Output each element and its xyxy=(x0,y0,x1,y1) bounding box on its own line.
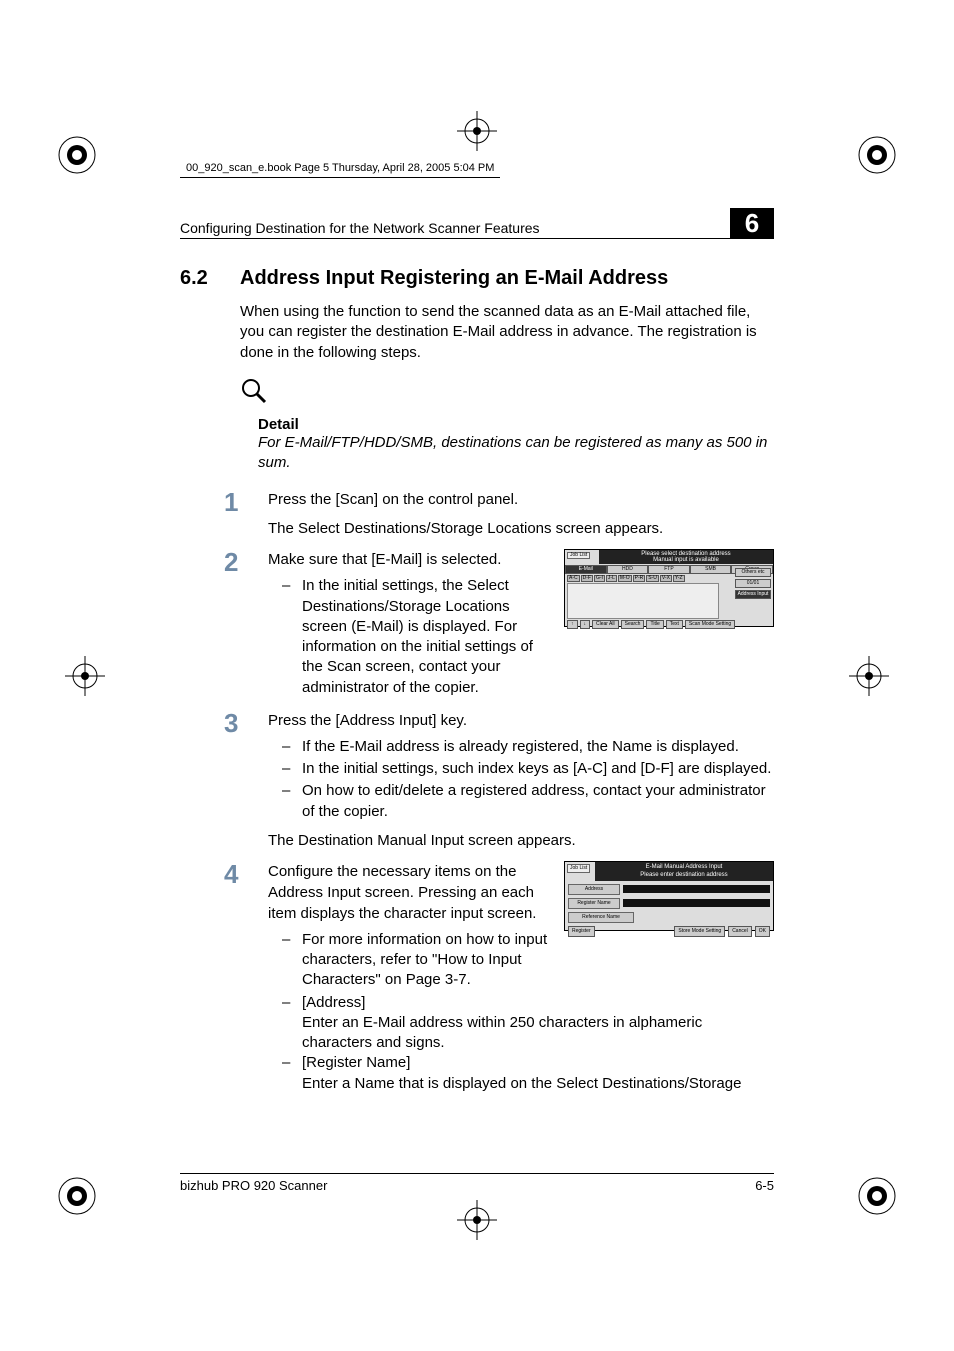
register-button: Register xyxy=(568,926,595,937)
footer-left: bizhub PRO 920 Scanner xyxy=(180,1178,327,1193)
footer-right: 6-5 xyxy=(755,1178,774,1193)
print-mark-edge xyxy=(452,106,502,156)
bullet-text: For more information on how to input cha… xyxy=(302,930,550,991)
print-mark-corner xyxy=(842,120,912,190)
address-input-screenshot: Job List E-Mail Manual Address Input Ple… xyxy=(564,861,774,931)
ui2-title: E-Mail Manual Address Input Please enter… xyxy=(595,862,773,881)
address-input-button: Address Input xyxy=(735,590,771,599)
print-mark-corner xyxy=(842,1161,912,1231)
index-key: D-F xyxy=(581,575,593,582)
index-key: G-I xyxy=(594,575,605,582)
print-mark-corner xyxy=(42,1161,112,1231)
ui1-title: Please select destination address Manual… xyxy=(599,550,773,564)
running-head-text: Configuring Destination for the Network … xyxy=(180,220,540,236)
magnifier-icon xyxy=(240,377,774,410)
step-result: The Destination Manual Input screen appe… xyxy=(268,830,774,851)
print-mark-edge xyxy=(60,651,110,701)
title-button: Title xyxy=(646,620,663,629)
index-key: A-C xyxy=(567,575,580,582)
register-name-label: Register Name xyxy=(568,898,620,909)
tab-email: E-Mail xyxy=(565,565,607,574)
joblist-button: Job List xyxy=(567,552,590,559)
label-desc: Enter a Name that is displayed on the Se… xyxy=(302,1074,774,1094)
bullet-text: In the initial settings, the Select Dest… xyxy=(302,576,550,698)
step-number: 4 xyxy=(224,861,244,1094)
others-button: Others etc xyxy=(735,568,771,577)
intro-paragraph: When using the function to send the scan… xyxy=(240,302,774,363)
step-text: Press the [Address Input] key. xyxy=(268,710,774,731)
index-key: V-X xyxy=(660,575,672,582)
label-desc: Enter an E-Mail address within 250 chara… xyxy=(302,1013,774,1054)
bullet-text: If the E-Mail address is already registe… xyxy=(302,737,739,757)
bullet-text: In the initial settings, such index keys… xyxy=(302,759,771,779)
search-button: Search xyxy=(621,620,645,629)
book-header: 00_920_scan_e.book Page 5 Thursday, Apri… xyxy=(180,160,500,178)
reference-name-label: Reference Name xyxy=(568,912,634,923)
step-text: Press the [Scan] on the control panel. xyxy=(268,489,774,510)
step-number: 2 xyxy=(224,549,244,700)
label-item: [Address] xyxy=(302,993,365,1013)
index-key: S-U xyxy=(646,575,659,582)
step-number: 3 xyxy=(224,710,244,851)
label-item: [Register Name] xyxy=(302,1053,410,1073)
chapter-number-box: 6 xyxy=(730,208,774,238)
scan-mode-button: Scan Mode Setting xyxy=(685,620,735,629)
store-mode-button: Store Mode Setting xyxy=(674,926,725,937)
index-key: J-L xyxy=(606,575,617,582)
clear-all-button: Clear All xyxy=(592,620,619,629)
up-button: ↑ xyxy=(567,620,578,629)
bullet-text: On how to edit/delete a registered addre… xyxy=(302,781,774,822)
down-button: ↓ xyxy=(580,620,591,629)
cancel-button: Cancel xyxy=(728,926,752,937)
detail-body: For E-Mail/FTP/HDD/SMB, destinations can… xyxy=(258,433,774,474)
index-key: M-O xyxy=(618,575,632,582)
tab-smb: SMB xyxy=(690,565,732,574)
page-indicator: 01/01 xyxy=(735,579,771,588)
address-label: Address xyxy=(568,884,620,895)
tab-ftp: FTP xyxy=(648,565,690,574)
scan-destinations-screenshot: Job List Please select destination addre… xyxy=(564,549,774,627)
index-key: Y-Z xyxy=(673,575,685,582)
section-title: Address Input Registering an E-Mail Addr… xyxy=(240,267,668,290)
print-mark-edge xyxy=(844,651,894,701)
step-result: The Select Destinations/Storage Location… xyxy=(268,518,774,539)
detail-label: Detail xyxy=(258,416,774,433)
tab-hdd: HDD xyxy=(607,565,649,574)
print-mark-corner xyxy=(42,120,112,190)
joblist-button: Job List xyxy=(567,864,590,873)
text-button: Text xyxy=(666,620,683,629)
step-number: 1 xyxy=(224,489,244,539)
section-number: 6.2 xyxy=(180,267,222,290)
index-key: P-R xyxy=(633,575,646,582)
ok-button: OK xyxy=(755,926,770,937)
print-mark-edge xyxy=(452,1195,502,1245)
